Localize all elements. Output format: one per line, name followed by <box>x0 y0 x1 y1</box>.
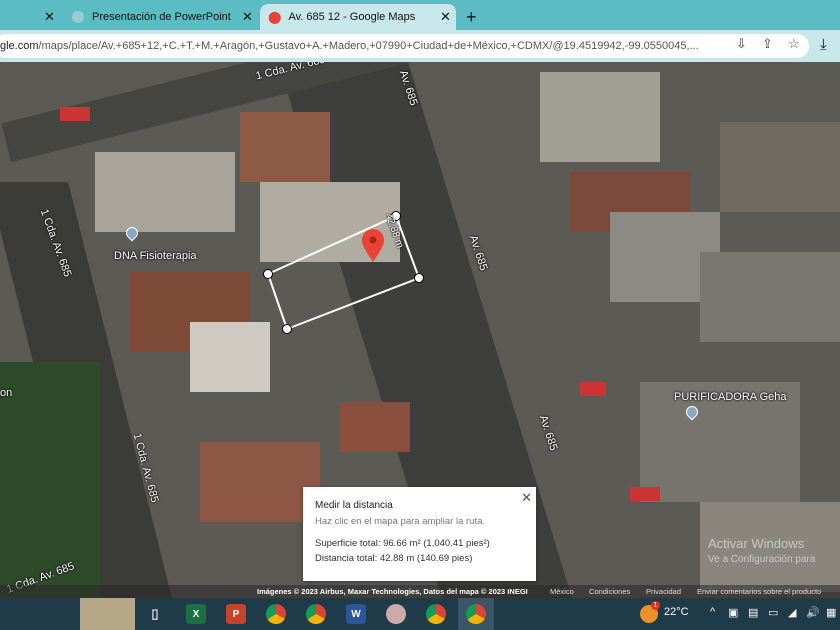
new-tab-button[interactable]: + <box>466 4 477 30</box>
tab-bar: ✕ Presentación de PowerPoint ✕ ⬤ Av. 685… <box>0 0 840 30</box>
powerpoint-icon[interactable]: P <box>226 604 246 624</box>
measure-vertex-handle[interactable] <box>414 273 424 283</box>
url-host: gle.com <box>0 40 39 52</box>
total-area: Superficie total: 96.66 m² (1,040.41 pie… <box>315 538 490 549</box>
privacy-link[interactable]: Privacidad <box>646 585 681 598</box>
feedback-link[interactable]: Enviar comentarios sobre el producto <box>697 585 821 598</box>
tab-label: Av. 685 12 - Google Maps <box>288 11 416 23</box>
watermark-line1: Activar Windows <box>708 536 805 551</box>
panel-hint: Haz clic en el mapa para ampliar la ruta… <box>315 516 486 527</box>
excel-icon[interactable]: X <box>186 604 206 624</box>
map-attribution: Imágenes © 2023 Airbus, Maxar Technologi… <box>0 585 840 598</box>
taskbar: ▯ X P W 1 22°C ^ ▣ ▤ ▭ ◢ 🔊 ▦ <box>0 598 840 630</box>
chrome-icon <box>466 604 486 624</box>
measure-vertex-handle[interactable] <box>263 269 273 279</box>
word-icon[interactable]: W <box>346 604 366 624</box>
bookmark-star-icon[interactable]: ☆ <box>788 36 800 52</box>
weather-notif-badge: 1 <box>651 601 660 610</box>
total-distance: Distancia total: 42.88 m (140.69 pies) <box>315 553 473 564</box>
volume-icon[interactable]: 🔊 <box>806 606 820 619</box>
region-link[interactable]: México <box>550 585 574 598</box>
imagery-credit: Imágenes © 2023 Airbus, Maxar Technologi… <box>257 587 528 596</box>
address-bar-row: gle.com/maps/place/Av.+685+12,+C.+T.+M.+… <box>0 30 840 62</box>
meet-icon[interactable]: ▤ <box>748 606 758 619</box>
maps-favicon-icon: ⬤ <box>268 10 282 24</box>
measure-vertex-handle[interactable] <box>282 324 292 334</box>
chevron-up-icon[interactable]: ^ <box>710 606 715 618</box>
pin-dot <box>369 236 377 244</box>
chrome-icon[interactable] <box>266 604 286 624</box>
share-icon[interactable]: ⇪ <box>762 36 773 52</box>
location-pin-icon[interactable] <box>362 229 384 262</box>
close-tab-icon[interactable]: ✕ <box>44 9 55 25</box>
keyboard-icon[interactable]: ▦ <box>826 606 836 619</box>
wifi-icon[interactable]: ◢ <box>788 606 796 619</box>
battery-icon[interactable]: ▭ <box>768 606 778 619</box>
url-input[interactable]: gle.com/maps/place/Av.+685+12,+C.+T.+M.+… <box>0 34 809 58</box>
close-tab-icon[interactable]: ✕ <box>242 9 253 25</box>
tab-google-maps[interactable]: ⬤ Av. 685 12 - Google Maps ✕ <box>260 4 456 30</box>
active-chrome-window[interactable] <box>458 598 494 630</box>
watermark-line2: Ve a Configuración para <box>708 554 816 565</box>
close-tab-icon[interactable]: ✕ <box>440 9 451 25</box>
task-view-icon[interactable]: ▯ <box>145 604 165 624</box>
camera-icon[interactable]: ▣ <box>728 606 738 619</box>
chrome-profile-icon[interactable] <box>426 604 446 624</box>
paint-icon[interactable] <box>386 604 406 624</box>
install-icon[interactable]: ⇩ <box>736 36 747 52</box>
close-icon[interactable]: ✕ <box>521 490 532 506</box>
download-icon[interactable]: ⤓ <box>820 36 827 53</box>
tab-favicon-icon <box>72 11 84 23</box>
panel-title: Medir la distancia <box>315 500 393 511</box>
search-highlight-image[interactable] <box>80 598 135 630</box>
url-path: /maps/place/Av.+685+12,+C.+T.+M.+Aragón,… <box>38 40 699 52</box>
tab-powerpoint[interactable]: Presentación de PowerPoint ✕ <box>64 4 254 30</box>
tab-previous[interactable]: ✕ <box>0 4 60 30</box>
temperature[interactable]: 22°C <box>664 606 689 618</box>
measure-distance-panel: ✕ Medir la distancia Haz clic en el mapa… <box>303 487 536 581</box>
activate-windows-watermark: Activar Windows Ve a Configuración para <box>708 536 815 568</box>
tab-label: Presentación de PowerPoint <box>92 11 231 23</box>
terms-link[interactable]: Condiciones <box>589 585 630 598</box>
chrome-icon[interactable] <box>306 604 326 624</box>
